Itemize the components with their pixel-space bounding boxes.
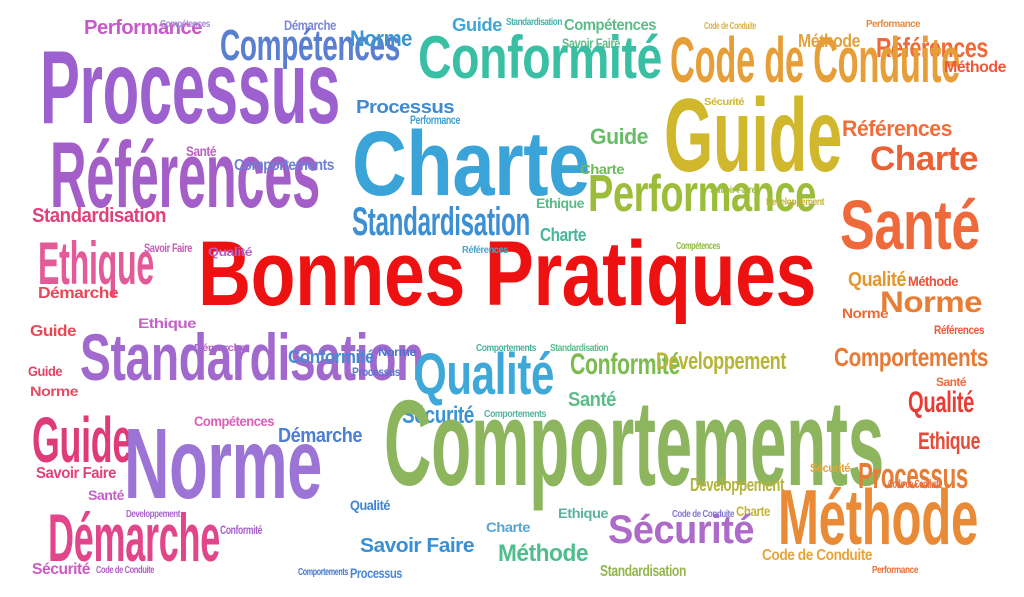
cloud-word: Performance — [872, 565, 918, 576]
cloud-word: Conformité — [220, 523, 262, 537]
cloud-word: Savoir Faire — [36, 465, 116, 482]
cloud-word: Références — [462, 245, 508, 256]
cloud-word: Méthode — [778, 473, 978, 561]
cloud-word: Comportements — [298, 567, 348, 578]
cloud-word: Savoir Faire — [710, 185, 756, 196]
cloud-word: Comportements — [234, 157, 334, 174]
cloud-word: Démarche — [38, 285, 119, 302]
cloud-word: Ethique — [558, 505, 609, 521]
cloud-word: Code de Conduite — [672, 509, 734, 520]
cloud-word: Références — [842, 116, 952, 141]
cloud-word: Standardisation — [600, 563, 686, 580]
cloud-word: Norme — [880, 286, 983, 319]
cloud-word: Santé — [186, 143, 216, 159]
cloud-word: Qualité — [350, 497, 390, 513]
cloud-word: Guide — [590, 124, 648, 149]
cloud-word: Conformité — [418, 24, 662, 91]
cloud-word: Charte — [540, 225, 586, 245]
cloud-word: Developpement — [766, 197, 824, 208]
cloud-word: Code de Conduite — [96, 565, 154, 576]
cloud-word: Qualité — [908, 386, 974, 419]
cloud-word: Méthode — [944, 59, 1007, 76]
cloud-word: Charte — [486, 519, 531, 535]
cloud-word: Developpement — [690, 475, 784, 495]
cloud-word: Processus — [350, 565, 402, 581]
cloud-word: Qualité — [208, 245, 253, 259]
cloud-word: Norme — [124, 408, 322, 520]
cloud-word: Ethique — [918, 428, 980, 455]
cloud-word: Standardisation — [352, 200, 530, 244]
cloud-word: Ethique — [536, 195, 585, 211]
cloud-word: Compétences — [676, 241, 720, 252]
word-cloud: Bonnes Pratiques Performance Compétences Dé… — [0, 0, 1024, 597]
cloud-word: Comportements — [834, 342, 988, 372]
cloud-word: Guide — [32, 404, 132, 476]
cloud-word: Norme — [350, 26, 412, 51]
cloud-word: Sécurité — [32, 561, 90, 578]
cloud-word: Standardisation — [32, 205, 166, 227]
cloud-word: Performance — [588, 165, 816, 223]
cloud-word: Guide — [30, 323, 77, 340]
cloud-word: Compétences — [160, 19, 210, 30]
cloud-word: Références — [934, 323, 984, 337]
cloud-word: Santé — [840, 186, 980, 264]
cloud-word: Norme — [30, 383, 79, 399]
cloud-word: Savoir Faire — [144, 241, 192, 255]
cloud-word: Conformité — [288, 347, 374, 367]
cloud-word: Comportements — [476, 343, 536, 354]
cloud-word: Méthode — [498, 540, 588, 567]
cloud-word: Savoir Faire — [360, 535, 475, 557]
cloud-word: Guide — [28, 363, 62, 379]
cloud-word: Code de Conduite — [762, 547, 872, 564]
cloud-word: Developpement — [656, 348, 786, 375]
cloud-word: Charte — [870, 140, 979, 178]
cloud-word: Norme — [378, 345, 417, 359]
cloud-word: Sécurité — [704, 97, 745, 108]
